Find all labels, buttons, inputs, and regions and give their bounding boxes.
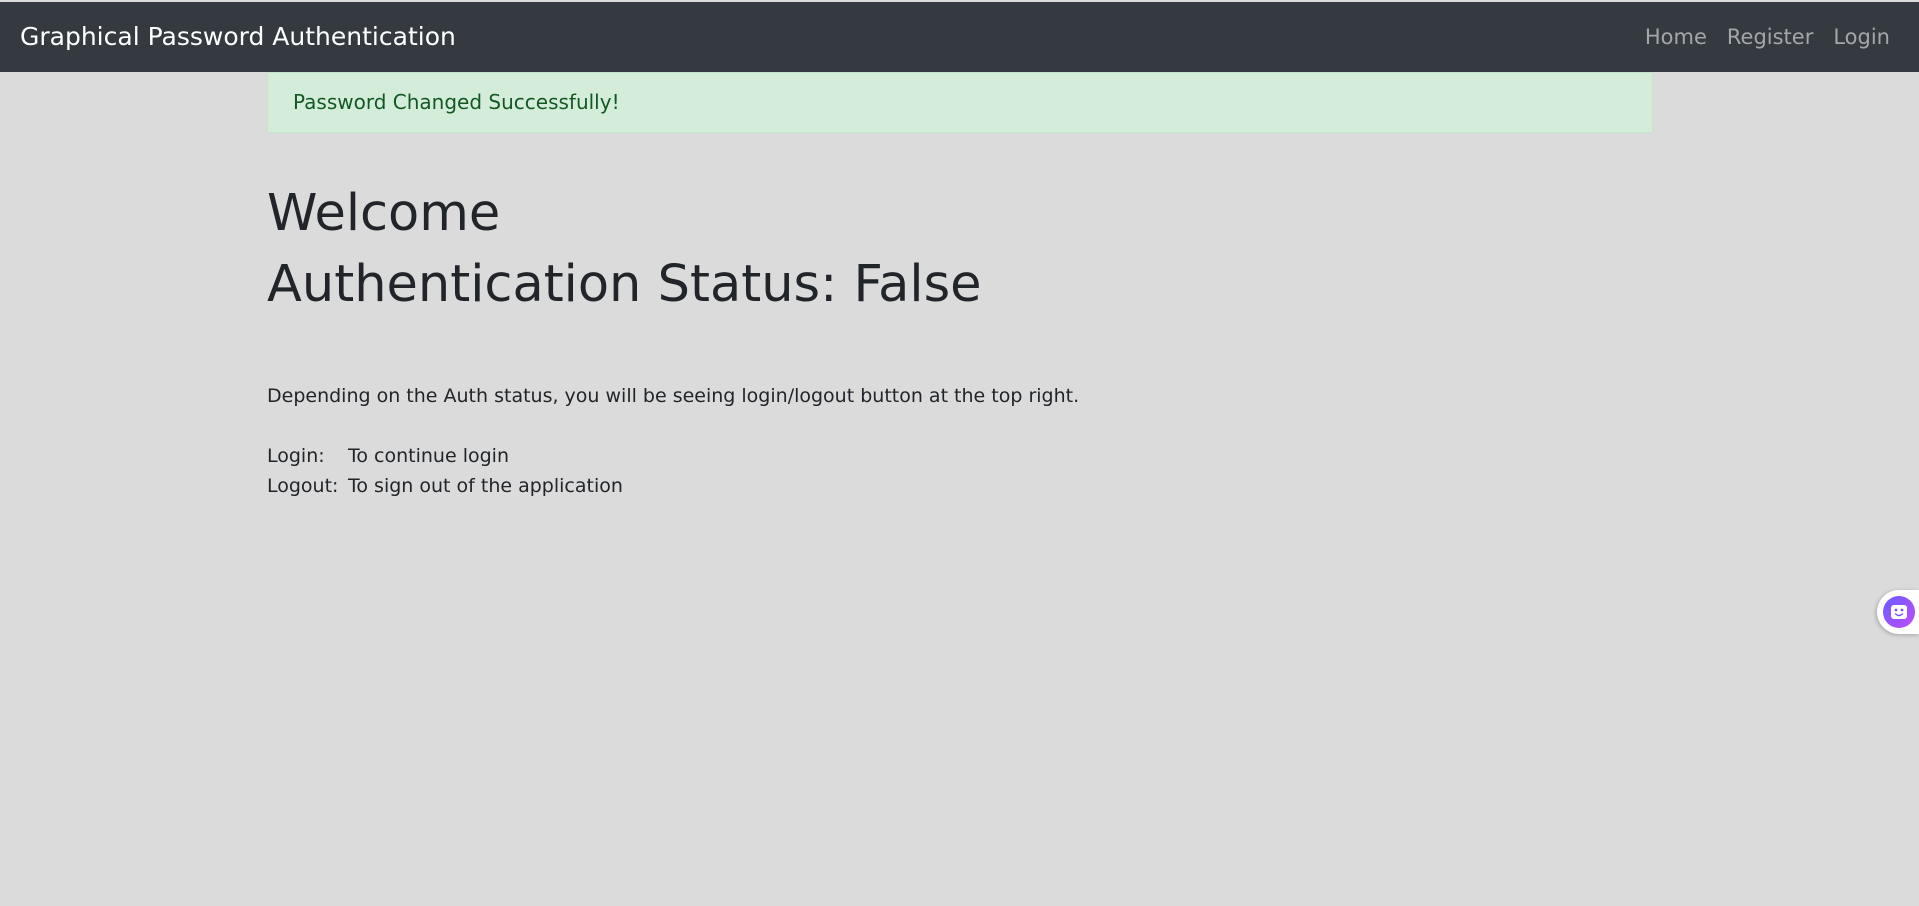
logout-info-key: Logout: [267,475,339,497]
success-alert: Password Changed Successfully! [267,72,1653,133]
logout-info-text: To sign out of the application [348,475,623,497]
login-info-key: Login: [267,445,325,467]
auth-status-label: Authentication Status: [267,255,854,314]
nav-link-home[interactable]: Home [1645,25,1707,49]
assistant-widget-button[interactable] [1877,590,1919,634]
nav-link-register[interactable]: Register [1727,25,1813,49]
welcome-heading: Welcome [267,184,501,243]
login-info-row: Login: To continue login [267,445,509,467]
main-container: Password Changed Successfully! Welcome A… [267,72,1653,497]
smiley-assistant-icon [1883,596,1915,628]
logout-info-row: Logout: To sign out of the application [267,475,623,497]
nav-link-login[interactable]: Login [1833,25,1890,49]
auth-status-heading: Authentication Status: False [267,255,982,314]
top-navbar: Graphical Password Authentication Home R… [0,2,1919,72]
nav-links: Home Register Login [1645,2,1890,72]
auth-status-value: False [853,255,982,314]
brand-link[interactable]: Graphical Password Authentication [20,2,456,72]
auth-description: Depending on the Auth status, you will b… [267,385,1080,407]
login-info-text: To continue login [348,445,509,467]
